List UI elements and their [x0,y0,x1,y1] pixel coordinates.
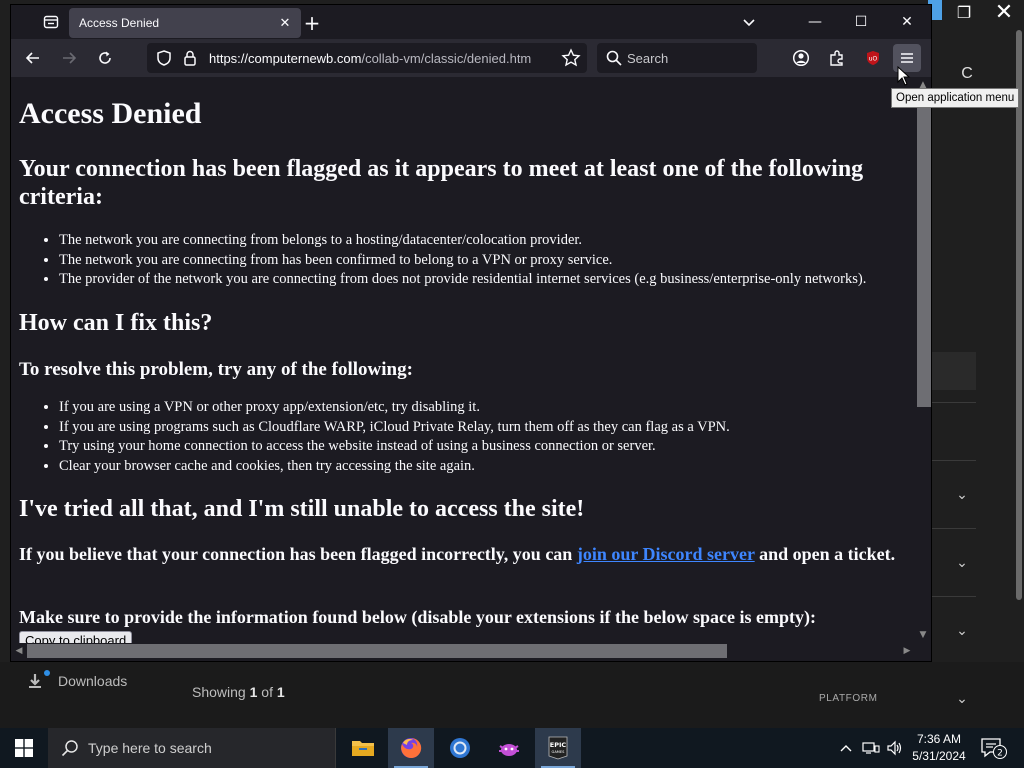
provide-info-text: Make sure to provide the information fou… [19,607,817,627]
firefox-window: Access Denied ✕ + — ☐ ✕ https://computer… [10,4,932,662]
menu-tooltip: Open application menu [891,88,1020,108]
taskbar-clock[interactable]: 7:36 AM 5/31/2024 [906,731,972,765]
svg-text:GAMES: GAMES [552,750,566,754]
navigation-toolbar: https://computernewb.com/collab-vm/class… [11,39,931,77]
divider [930,460,976,461]
maximize-icon[interactable]: ☐ [839,7,883,37]
list-item: The network you are connecting from belo… [59,231,909,251]
firefox-icon[interactable] [388,728,434,768]
list-item: Try using your home connection to access… [59,437,909,457]
tab-bar: Access Denied ✕ + — ☐ ✕ [11,5,931,39]
svg-text:uO: uO [869,56,878,63]
divider [930,528,976,529]
list-item: The provider of the network you are conn… [59,270,909,290]
chevron-down-icon[interactable]: ⌄ [952,484,972,504]
scrollbar-thumb[interactable] [27,644,727,658]
background-window-controls: ❐ ✕ [944,0,1024,25]
lock-icon[interactable] [181,49,199,67]
scroll-down-icon[interactable]: ▼ [917,629,929,641]
taskbar: Type here to search EPIC GAMES 7:36 AM 5/… [0,728,1024,768]
background-panel-block [930,352,976,390]
search-icon [61,740,78,757]
url-text[interactable]: https://computernewb.com/collab-vm/class… [209,51,553,66]
clock-date: 5/31/2024 [912,749,966,763]
search-placeholder: Search [627,51,669,66]
scroll-right-icon[interactable]: ▶ [901,645,913,657]
bookmark-star-icon[interactable] [561,48,581,68]
platform-label: PLATFORM [819,693,878,704]
start-button[interactable] [0,728,48,768]
minimize-icon[interactable]: — [793,7,837,37]
mouse-cursor-icon [897,66,911,86]
epic-games-icon[interactable]: EPIC GAMES [535,728,581,768]
back-icon[interactable] [19,44,47,72]
resolve-heading: To resolve this problem, try any of the … [19,359,413,380]
notification-dot [44,670,50,676]
list-tabs-chevron-icon[interactable] [739,13,759,33]
search-bar[interactable]: Search [597,43,757,73]
page-title: Access Denied [19,97,202,130]
list-item: If you are using a VPN or other proxy ap… [59,398,909,418]
scrollbar-thumb[interactable] [917,99,931,407]
new-tab-button[interactable]: + [301,11,323,35]
svg-text:EPIC: EPIC [550,741,567,749]
taskbar-search-box[interactable]: Type here to search [48,728,336,768]
forward-icon[interactable] [55,44,83,72]
horizontal-scrollbar[interactable]: ◀ ▶ [11,643,915,659]
show-hidden-icons-chevron-icon[interactable] [836,728,856,768]
shield-icon[interactable] [155,49,173,67]
list-item: If you are using programs such as Cloudf… [59,418,909,438]
tab-close-icon[interactable]: ✕ [275,13,295,33]
background-scrollbar[interactable] [1016,30,1022,600]
download-icon [29,674,41,688]
volume-icon[interactable] [884,728,906,768]
divider [930,596,976,597]
showing-count: Showing 1 of 1 [192,684,285,700]
close-icon[interactable]: ✕ [984,0,1024,25]
ublock-origin-icon[interactable]: uO [859,44,887,72]
list-item: Clear your browser cache and cookies, th… [59,457,909,477]
notifications-button[interactable]: 2 [978,736,1008,760]
chevron-down-icon[interactable]: ⌄ [952,688,972,708]
window-close-icon[interactable]: ✕ [885,7,929,37]
firefox-view-icon[interactable] [41,12,61,32]
tried-heading: I've tried all that, and I'm still unabl… [19,496,585,522]
windows-logo-icon [15,739,33,757]
extensions-icon[interactable] [823,44,851,72]
tab-title: Access Denied [79,16,160,30]
copy-to-clipboard-button[interactable]: Copy to clipboard [19,631,133,643]
fix-heading: How can I fix this? [19,310,213,336]
list-item: The network you are connecting from has … [59,251,909,271]
hamburger-menu-icon [901,53,913,63]
search-icon [606,50,622,66]
url-bar[interactable]: https://computernewb.com/collab-vm/class… [147,43,587,73]
taskbar-search-placeholder: Type here to search [88,740,212,756]
flagged-heading: Your connection has been flagged as it a… [19,156,864,210]
avatar[interactable]: C [949,56,985,92]
network-icon[interactable] [860,728,882,768]
criteria-list: The network you are connecting from belo… [19,231,909,290]
downloads-label: Downloads [58,673,128,689]
downloads-button[interactable]: Downloads [26,670,128,690]
account-icon[interactable] [787,44,815,72]
notification-count: 2 [997,749,1003,759]
restore-icon[interactable]: ❐ [944,0,984,24]
divider [930,402,976,403]
file-explorer-icon[interactable] [340,728,386,768]
notification-icon: 2 [981,738,1007,759]
fixes-list: If you are using a VPN or other proxy ap… [19,398,909,476]
flagged-incorrectly-text: If you believe that your connection has … [19,544,896,564]
discord-link[interactable]: join our Discord server [577,544,755,564]
pink-app-icon[interactable] [486,728,532,768]
chevron-down-icon[interactable]: ⌄ [952,620,972,640]
chevron-down-icon[interactable]: ⌄ [952,552,972,572]
scroll-left-icon[interactable]: ◀ [13,645,25,657]
tab-access-denied[interactable]: Access Denied ✕ [69,8,301,38]
reload-icon[interactable] [91,44,119,72]
vertical-scrollbar[interactable]: ▲ ▼ [915,77,931,643]
chrome-icon[interactable] [437,728,483,768]
clock-time: 7:36 AM [916,732,962,746]
page-content: Access Denied Your connection has been f… [11,77,915,643]
